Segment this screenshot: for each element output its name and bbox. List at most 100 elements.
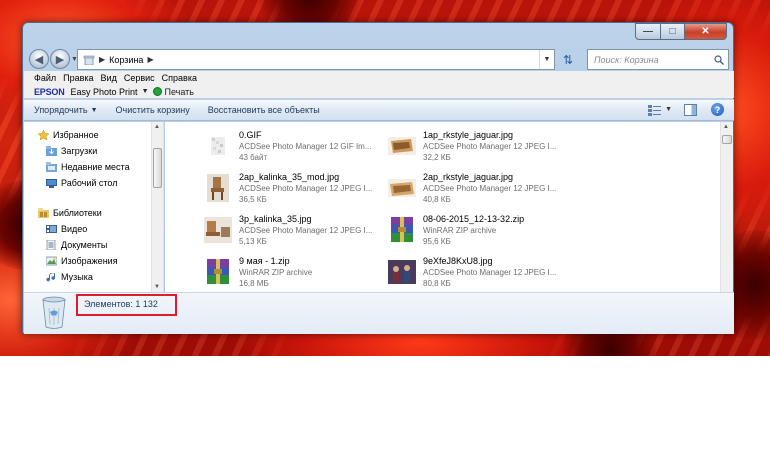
- forward-button[interactable]: ▶: [50, 49, 70, 69]
- menu-view[interactable]: Вид: [101, 73, 117, 83]
- menu-file[interactable]: Файл: [34, 73, 56, 83]
- sidebar-item-label: Изображения: [61, 256, 118, 266]
- navigation-pane: Избранное Загрузки Недавние места Рабочи…: [24, 122, 164, 292]
- search-input[interactable]: Поиск: Корзина: [587, 49, 729, 70]
- file-type: WinRAR ZIP archive: [239, 268, 313, 277]
- restore-all-label: Восстановить все объекты: [207, 105, 320, 115]
- search-placeholder: Поиск: Корзина: [594, 54, 659, 65]
- documents-library-icon: [46, 240, 56, 250]
- search-icon[interactable]: [714, 54, 724, 65]
- menu-tools[interactable]: Сервис: [124, 73, 155, 83]
- file-type: ACDSee Photo Manager 12 JPEG I...: [239, 226, 373, 235]
- epson-logo: EPSON: [34, 86, 65, 97]
- print-icon[interactable]: [152, 87, 162, 96]
- change-view-icon[interactable]: [648, 104, 662, 116]
- preview-pane-icon[interactable]: [684, 103, 697, 116]
- chair-photo-thumbnail: [204, 217, 232, 243]
- restore-all-button[interactable]: Восстановить все объекты: [208, 105, 320, 115]
- scrollbar-thumb[interactable]: [722, 135, 732, 144]
- sidebar-item-video[interactable]: Видео: [46, 222, 87, 236]
- scroll-up-icon[interactable]: ▲: [154, 124, 160, 130]
- menu-help[interactable]: Справка: [162, 73, 197, 83]
- organize-label: Упорядочить: [34, 105, 88, 115]
- winrar-archive-icon: [391, 217, 413, 242]
- file-list: 0.GIF ACDSee Photo Manager 12 GIF Im... …: [165, 122, 733, 292]
- sidebar-item-label: Недавние места: [61, 162, 130, 172]
- scrollbar-thumb[interactable]: [153, 148, 162, 188]
- file-type: ACDSee Photo Manager 12 JPEG I...: [423, 142, 557, 151]
- file-type: WinRAR ZIP archive: [423, 226, 497, 235]
- sidebar-item-documents[interactable]: Документы: [46, 238, 107, 252]
- sidebar-item-pictures[interactable]: Изображения: [46, 254, 118, 268]
- sidebar-item-label: Избранное: [53, 130, 99, 140]
- file-name: 2ap_kalinka_35_mod.jpg: [239, 172, 340, 182]
- epson-app-button[interactable]: Easy Photo Print: [71, 87, 138, 97]
- explorer-window: — □ ✕ ◀ ▶ ▼ ▶ Корзина ▶ ▼ ⇅ Поиск: Корзи…: [22, 22, 734, 334]
- back-button[interactable]: ◀: [29, 49, 49, 69]
- sidebar-item-favorites[interactable]: Избранное: [38, 128, 99, 142]
- sidebar-item-label: Загрузки: [61, 146, 98, 156]
- epson-dropdown-icon[interactable]: ▼: [142, 88, 149, 95]
- close-button[interactable]: ✕: [685, 23, 727, 40]
- file-name: 2ap_rkstyle_jaguar.jpg: [423, 172, 514, 182]
- people-photo-thumbnail: [388, 260, 416, 284]
- file-list-scrollbar[interactable]: ▲: [720, 122, 733, 292]
- file-size: 40,8 КБ: [423, 195, 451, 204]
- file-size: 16,8 МБ: [239, 279, 269, 288]
- command-bar: Упорядочить ▼ Очистить корзину Восстанов…: [24, 99, 734, 121]
- scroll-down-icon[interactable]: ▼: [154, 284, 160, 290]
- file-type: ACDSee Photo Manager 12 JPEG I...: [423, 184, 557, 193]
- sidebar-item-libraries[interactable]: Библиотеки: [38, 206, 102, 220]
- chevron-down-icon: ▼: [90, 106, 98, 114]
- recent-places-icon: [46, 162, 57, 172]
- breadcrumb-chevron-icon[interactable]: ▶: [147, 55, 153, 64]
- sidebar-item-desktop[interactable]: Рабочий стол: [46, 176, 118, 190]
- sidebar-item-downloads[interactable]: Загрузки: [46, 144, 97, 158]
- recycle-bin-small-icon: [83, 55, 95, 65]
- organize-button[interactable]: Упорядочить ▼: [34, 105, 98, 115]
- help-icon[interactable]: ?: [711, 103, 724, 116]
- file-name: 9eXfeJ8KxU8.jpg: [423, 256, 493, 266]
- file-name: 1ap_rkstyle_jaguar.jpg: [423, 130, 514, 140]
- breadcrumb-recycle-bin[interactable]: Корзина: [109, 55, 143, 65]
- list-item[interactable]: 2ap_rkstyle_jaguar.jpg ACDSee Photo Mana…: [387, 172, 567, 210]
- breadcrumb-separator-icon: ▶: [99, 55, 106, 64]
- navigation-scrollbar[interactable]: ▲ ▼: [151, 122, 163, 292]
- cabinet-photo-thumbnail: [388, 137, 416, 155]
- sidebar-item-label: Библиотеки: [53, 208, 102, 218]
- empty-bin-button[interactable]: Очистить корзину: [116, 105, 190, 115]
- list-item[interactable]: 9eXfeJ8KxU8.jpg ACDSee Photo Manager 12 …: [387, 256, 567, 292]
- downloads-folder-icon: [46, 146, 57, 156]
- list-item[interactable]: 3p_kalinka_35.jpg ACDSee Photo Manager 1…: [203, 214, 383, 252]
- scroll-up-icon[interactable]: ▲: [723, 124, 729, 130]
- list-item[interactable]: 0.GIF ACDSee Photo Manager 12 GIF Im... …: [203, 130, 383, 168]
- list-item[interactable]: 2ap_kalinka_35_mod.jpg ACDSee Photo Mana…: [203, 172, 383, 210]
- list-item[interactable]: 9 мая - 1.zip WinRAR ZIP archive 16,8 МБ: [203, 256, 383, 292]
- file-name: 3p_kalinka_35.jpg: [239, 214, 312, 224]
- print-button[interactable]: Печать: [165, 87, 194, 97]
- view-options-dropdown[interactable]: ▼: [665, 106, 672, 113]
- list-item[interactable]: 08-06-2015_12-13-32.zip WinRAR ZIP archi…: [387, 214, 567, 252]
- maximize-button[interactable]: □: [661, 23, 685, 40]
- libraries-icon: [38, 208, 49, 218]
- file-size: 80,8 КБ: [423, 279, 451, 288]
- file-type: ACDSee Photo Manager 12 GIF Im...: [239, 142, 372, 151]
- sidebar-item-music[interactable]: Музыка: [46, 270, 93, 284]
- address-bar[interactable]: ▶ Корзина ▶ ▼: [77, 49, 555, 70]
- file-name: 0.GIF: [239, 130, 262, 140]
- minimize-button[interactable]: —: [635, 23, 661, 40]
- file-size: 95,6 КБ: [423, 237, 451, 246]
- address-dropdown[interactable]: ▼: [539, 50, 554, 69]
- sidebar-item-recent-places[interactable]: Недавние места: [46, 160, 130, 174]
- highlight-annotation: [76, 294, 177, 316]
- video-library-icon: [46, 225, 57, 233]
- sidebar-item-label: Рабочий стол: [61, 178, 118, 188]
- refresh-icon[interactable]: ⇅: [557, 49, 579, 70]
- file-name: 08-06-2015_12-13-32.zip: [423, 214, 525, 224]
- cabinet-photo-thumbnail: [388, 179, 416, 197]
- star-icon: [38, 130, 49, 140]
- desktop-icon: [46, 179, 57, 188]
- music-library-icon: [46, 273, 56, 282]
- menu-edit[interactable]: Правка: [63, 73, 93, 83]
- list-item[interactable]: 1ap_rkstyle_jaguar.jpg ACDSee Photo Mana…: [387, 130, 567, 168]
